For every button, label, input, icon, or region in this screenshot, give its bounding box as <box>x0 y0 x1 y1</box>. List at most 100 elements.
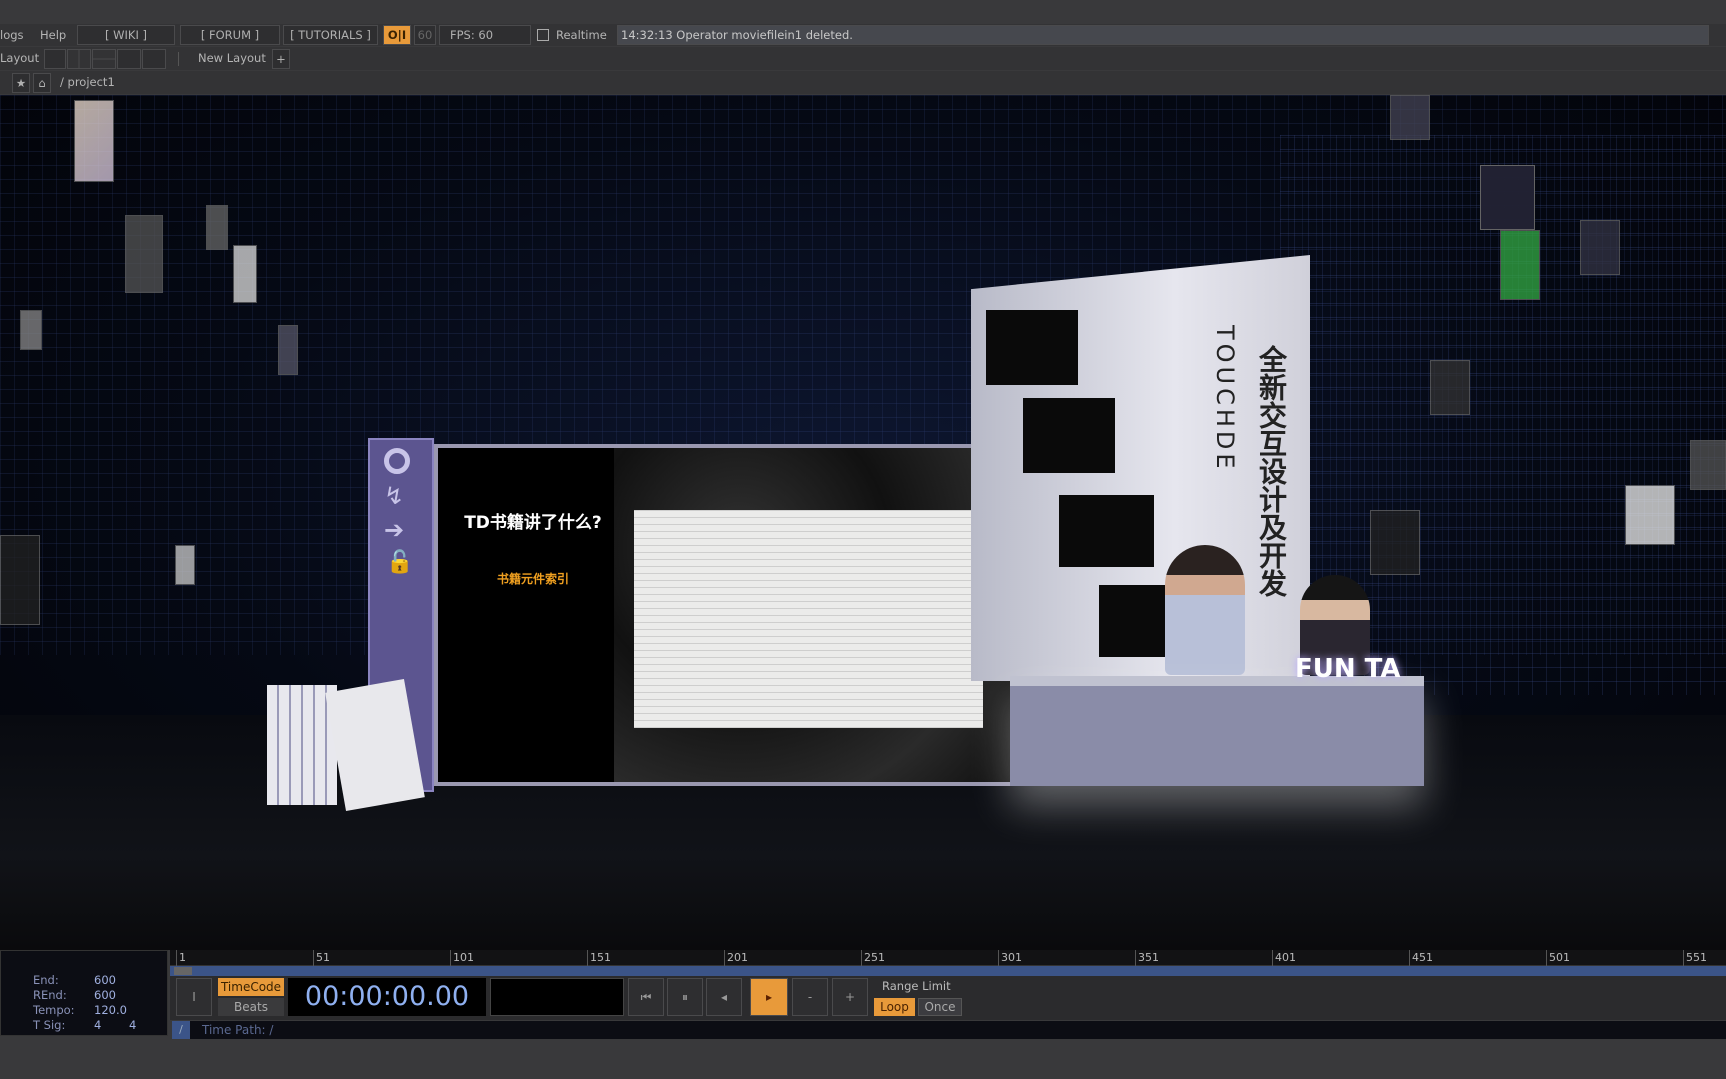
floating-card <box>74 100 114 182</box>
ruler-tick: 251 <box>861 950 885 966</box>
end-label: End: <box>33 973 59 987</box>
ruler-tick: 1 <box>176 950 186 966</box>
rewind-icon[interactable]: ⏮ <box>628 978 664 1016</box>
wall-chinese-text: 全新交互设计及开发 <box>1255 345 1288 597</box>
pause-icon[interactable]: ⏸ <box>667 978 703 1016</box>
floating-card <box>206 205 228 250</box>
unlock-icon[interactable]: 🔓 <box>386 550 413 575</box>
play-icon[interactable]: ▸ <box>750 978 788 1016</box>
reception-desk: FUN TA <box>1010 654 1424 786</box>
lightning-icon[interactable]: ↯ <box>384 482 404 510</box>
rend-label: REnd: <box>33 988 67 1002</box>
favorite-star-icon[interactable]: ★ <box>12 73 30 93</box>
rend-value[interactable]: 600 <box>94 988 116 1002</box>
menu-dialogs[interactable]: logs <box>0 25 24 45</box>
realtime-label: Realtime <box>556 28 607 42</box>
range-limit-label: Range Limit <box>882 979 951 993</box>
scrollbar-thumb[interactable] <box>174 967 192 975</box>
fps-readout: FPS: 60 <box>439 25 531 45</box>
step-plus-button[interactable]: + <box>832 978 868 1016</box>
status-message: 14:32:13 Operator moviefilein1 deleted. <box>617 25 1709 45</box>
floating-card <box>233 245 257 303</box>
floating-card <box>1500 230 1540 300</box>
presentation-screen: TD书籍讲了什么? 书籍元件索引 <box>434 444 1034 786</box>
layout-label: Layout <box>0 51 40 65</box>
tsig-numerator[interactable]: 4 <box>94 1018 101 1032</box>
ruler-tick: 551 <box>1683 950 1707 966</box>
perform-mode-button[interactable]: O|I <box>383 25 411 45</box>
time-path-label: Time Path: / <box>202 1023 274 1037</box>
wall-panel <box>1023 398 1115 473</box>
timeline-ruler[interactable]: 1 51 101 151 201 251 301 351 401 451 501 551 <box>170 950 1726 966</box>
target-icon[interactable] <box>384 448 410 474</box>
floating-card <box>1430 360 1470 415</box>
step-minus-button[interactable]: - <box>792 978 828 1016</box>
layout-quad-icon[interactable] <box>142 49 166 69</box>
timeline-scrollbar[interactable] <box>170 966 1726 976</box>
new-layout-label: New Layout <box>198 51 266 65</box>
screen-subtitle: 书籍元件索引 <box>496 572 569 586</box>
ruler-tick: 101 <box>450 950 474 966</box>
wall-panel <box>986 310 1078 385</box>
tutorials-button[interactable]: [ TUTORIALS ] <box>283 25 378 45</box>
end-value[interactable]: 600 <box>94 973 116 987</box>
desk-logo: FUN TA <box>1295 654 1401 684</box>
ruler-tick: 151 <box>587 950 611 966</box>
timecode-display[interactable]: 00:00:00.00 <box>288 978 486 1016</box>
layout-bar: Layout New Layout + <box>0 47 1726 70</box>
presenter-man <box>1165 545 1245 675</box>
floating-card <box>1480 165 1535 230</box>
divider <box>178 52 179 66</box>
menu-bar: logs Help [ WIKI ] [ FORUM ] [ TUTORIALS… <box>0 24 1726 46</box>
time-path-root-button[interactable]: / <box>172 1021 190 1039</box>
time-path-bar: / Time Path: / <box>172 1021 1726 1039</box>
layout-split-h-icon[interactable] <box>92 49 116 69</box>
fps-target-field[interactable]: 60 <box>414 25 436 45</box>
floating-card <box>1625 485 1675 545</box>
network-path[interactable]: / project1 <box>60 72 115 92</box>
ruler-tick: 201 <box>724 950 748 966</box>
tsig-label: T Sig: <box>33 1018 66 1032</box>
floating-card <box>1390 95 1430 140</box>
wall-panel <box>1059 495 1154 567</box>
floating-card <box>0 535 40 625</box>
ruler-tick: 401 <box>1272 950 1296 966</box>
booth-wall: TOUCHDE 全新交互设计及开发 <box>971 255 1310 681</box>
render-viewport[interactable]: ↯ ➔ 🔓 TD书籍讲了什么? 书籍元件索引 TOUCHDE 全新交互设计及开发… <box>0 95 1726 950</box>
wall-brand-text: TOUCHDE <box>1211 325 1239 473</box>
ruler-tick: 451 <box>1409 950 1433 966</box>
ruler-tick: 51 <box>313 950 330 966</box>
once-toggle[interactable]: Once <box>918 998 962 1016</box>
frame-display[interactable] <box>490 978 624 1016</box>
layout-split-v-icon[interactable] <box>67 49 91 69</box>
path-bar: ★ ⌂ / project1 <box>0 71 1726 94</box>
tempo-value[interactable]: 120.0 <box>94 1003 127 1017</box>
arrow-right-icon[interactable]: ➔ <box>384 516 404 544</box>
tempo-label: Tempo: <box>33 1003 75 1017</box>
beats-toggle[interactable]: Beats <box>218 998 284 1016</box>
floating-card <box>1580 220 1620 275</box>
screen-title: TD书籍讲了什么? <box>464 513 602 533</box>
floating-card <box>125 215 163 293</box>
floating-card <box>278 325 298 375</box>
range-marker-button[interactable]: I <box>176 978 212 1016</box>
floating-card <box>1690 440 1726 490</box>
layout-single-icon[interactable] <box>44 49 66 69</box>
ruler-tick: 501 <box>1546 950 1570 966</box>
tsig-denominator[interactable]: 4 <box>129 1018 136 1032</box>
floating-card <box>175 545 195 585</box>
ruler-tick: 301 <box>998 950 1022 966</box>
wiki-button[interactable]: [ WIKI ] <box>77 25 175 45</box>
timecode-toggle[interactable]: TimeCode <box>218 978 284 996</box>
floating-card <box>20 310 42 350</box>
floating-card <box>1370 510 1420 575</box>
add-layout-button[interactable]: + <box>272 49 290 69</box>
step-back-icon[interactable]: ◂ <box>706 978 742 1016</box>
layout-three-icon[interactable] <box>117 49 141 69</box>
menu-help[interactable]: Help <box>40 25 66 45</box>
realtime-checkbox[interactable] <box>537 29 549 41</box>
forum-button[interactable]: [ FORUM ] <box>180 25 280 45</box>
home-icon[interactable]: ⌂ <box>33 73 51 93</box>
loop-toggle[interactable]: Loop <box>874 998 915 1016</box>
ruler-tick: 351 <box>1135 950 1159 966</box>
